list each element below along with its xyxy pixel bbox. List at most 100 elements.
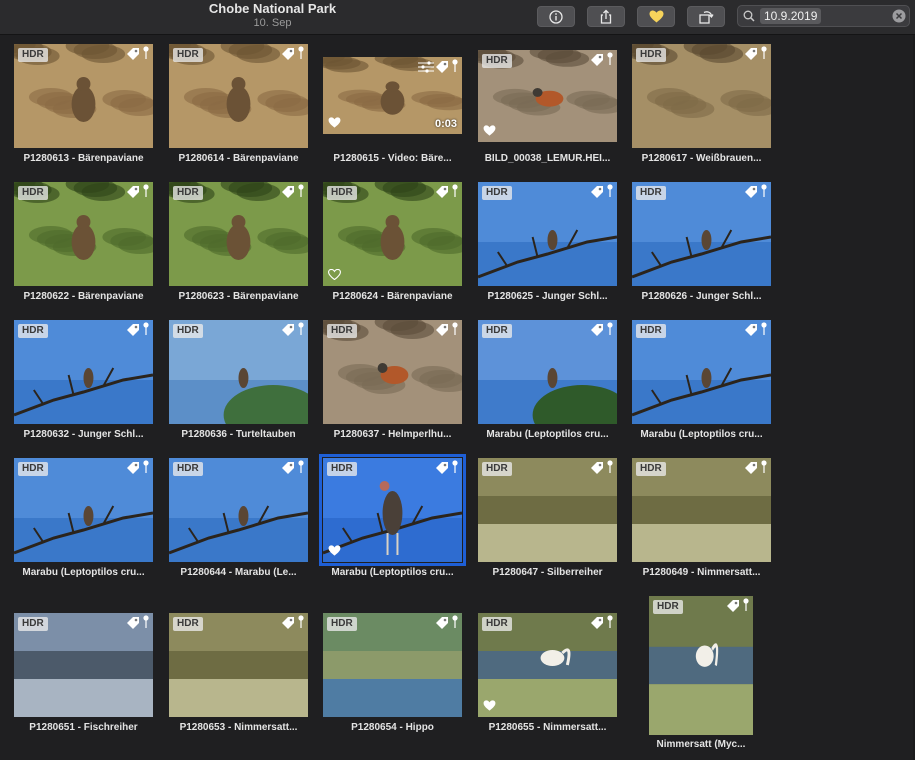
location-pin-icon [761, 460, 767, 473]
keyword-tag-icon [282, 48, 294, 60]
photo-thumbnail[interactable]: HDR [14, 458, 153, 562]
photo-caption: Marabu (Leptoptilos cru... [331, 567, 454, 578]
search-icon [743, 10, 755, 22]
hdr-badge: HDR [18, 617, 48, 631]
photo-thumbnail[interactable]: HDR [478, 320, 617, 424]
photo-thumbnail[interactable]: HDR [14, 182, 153, 286]
photo-thumbnail[interactable]: HDR [323, 182, 462, 286]
photo-thumbnail[interactable]: HDR [478, 182, 617, 286]
photo-thumbnail[interactable]: HDR [632, 320, 771, 424]
info-button[interactable] [537, 6, 575, 27]
photo-thumbnail[interactable]: HDR [632, 44, 771, 148]
location-pin-icon [452, 184, 458, 197]
hdr-badge: HDR [482, 54, 512, 68]
keyword-tag-icon [436, 324, 448, 336]
hdr-badge: HDR [173, 462, 203, 476]
photo-thumbnail[interactable]: HDR [319, 454, 466, 566]
photo-thumbnail[interactable]: HDR [478, 50, 617, 142]
photo-thumbnail[interactable]: HDR [649, 596, 753, 735]
keyword-tag-icon [127, 462, 139, 474]
adjustments-icon [418, 61, 434, 73]
keyword-tag-icon [591, 324, 603, 336]
photo-thumbnail[interactable]: 0:03 [323, 57, 462, 134]
hdr-badge: HDR [636, 186, 666, 200]
hdr-badge: HDR [327, 617, 357, 631]
photo-caption: P1280654 - Hippo [351, 722, 434, 733]
hdr-badge: HDR [636, 324, 666, 338]
location-pin-icon [607, 615, 613, 628]
photo-caption: P1280649 - Nimmersatt... [642, 567, 761, 578]
location-pin-icon [452, 460, 458, 473]
window-subtitle: 10. Sep [253, 17, 292, 29]
hdr-badge: HDR [173, 324, 203, 338]
window-title: Chobe National Park [208, 1, 337, 16]
keyword-tag-icon [127, 186, 139, 198]
photo-thumbnail[interactable]: HDR [169, 613, 308, 717]
location-pin-icon [607, 460, 613, 473]
photo-thumbnail[interactable]: HDR [14, 613, 153, 717]
photo-thumbnail[interactable]: HDR [169, 44, 308, 148]
title-block: Chobe National Park 10. Sep [150, 0, 395, 29]
hdr-badge: HDR [482, 186, 512, 200]
photo-caption: P1280624 - Bärenpaviane [332, 291, 453, 302]
search-token[interactable]: 10.9.2019 [760, 8, 822, 24]
photo-thumbnail[interactable]: HDR [478, 458, 617, 562]
photo-thumbnail[interactable]: HDR [323, 613, 462, 717]
share-button[interactable] [587, 6, 625, 27]
hdr-badge: HDR [18, 48, 48, 62]
location-pin-icon [298, 615, 304, 628]
location-pin-icon [452, 59, 458, 72]
photo-thumbnail[interactable]: HDR [169, 320, 308, 424]
photo-caption: P1280637 - Helmperlhu... [333, 429, 452, 440]
favorite-heart-icon [483, 700, 496, 711]
photo-thumbnail[interactable]: HDR [14, 320, 153, 424]
photo-thumbnail[interactable]: HDR [632, 458, 771, 562]
hdr-badge: HDR [482, 617, 512, 631]
photo-caption: P1280632 - Junger Schl... [23, 429, 144, 440]
keyword-tag-icon [591, 462, 603, 474]
photo-caption: P1280623 - Bärenpaviane [178, 291, 299, 302]
info-icon [549, 9, 563, 24]
photo-caption: Nimmersatt (Myc... [656, 739, 746, 750]
photo-caption: P1280626 - Junger Schl... [641, 291, 762, 302]
photo-caption: P1280622 - Bärenpaviane [23, 291, 144, 302]
keyword-tag-icon [282, 324, 294, 336]
location-pin-icon [761, 322, 767, 335]
favorite-button[interactable] [637, 6, 675, 27]
photo-caption: P1280644 - Marabu (Le... [180, 567, 297, 578]
photo-caption: P1280647 - Silberreiher [492, 567, 603, 578]
photo-caption: P1280613 - Bärenpaviane [23, 153, 144, 164]
hdr-badge: HDR [482, 462, 512, 476]
location-pin-icon [761, 46, 767, 59]
location-pin-icon [143, 184, 149, 197]
location-pin-icon [743, 598, 749, 611]
share-icon [600, 9, 612, 24]
photo-thumbnail[interactable]: HDR [632, 182, 771, 286]
search-field[interactable]: 10.9.2019 [737, 5, 910, 27]
location-pin-icon [452, 322, 458, 335]
photo-caption: P1280651 - Fischreiher [29, 722, 138, 733]
photo-thumbnail[interactable]: HDR [478, 613, 617, 717]
favorite-heart-icon [328, 545, 341, 556]
keyword-tag-icon [591, 617, 603, 629]
photo-thumbnail[interactable]: HDR [14, 44, 153, 148]
photo-caption: Marabu (Leptoptilos cru... [486, 429, 609, 440]
hdr-badge: HDR [18, 186, 48, 200]
hdr-badge: HDR [636, 48, 666, 62]
location-pin-icon [298, 184, 304, 197]
rotate-button[interactable] [687, 6, 725, 27]
hdr-badge: HDR [482, 324, 512, 338]
photo-thumbnail[interactable]: HDR [169, 182, 308, 286]
clear-search-icon[interactable] [892, 9, 906, 23]
photo-thumbnail[interactable]: HDR [169, 458, 308, 562]
keyword-tag-icon [282, 462, 294, 474]
location-pin-icon [143, 615, 149, 628]
photo-thumbnail[interactable]: HDR [323, 320, 462, 424]
keyword-tag-icon [282, 186, 294, 198]
location-pin-icon [143, 460, 149, 473]
hdr-badge: HDR [173, 48, 203, 62]
heart-icon [649, 10, 663, 23]
favorite-heart-icon [328, 117, 341, 128]
location-pin-icon [298, 46, 304, 59]
location-pin-icon [761, 184, 767, 197]
